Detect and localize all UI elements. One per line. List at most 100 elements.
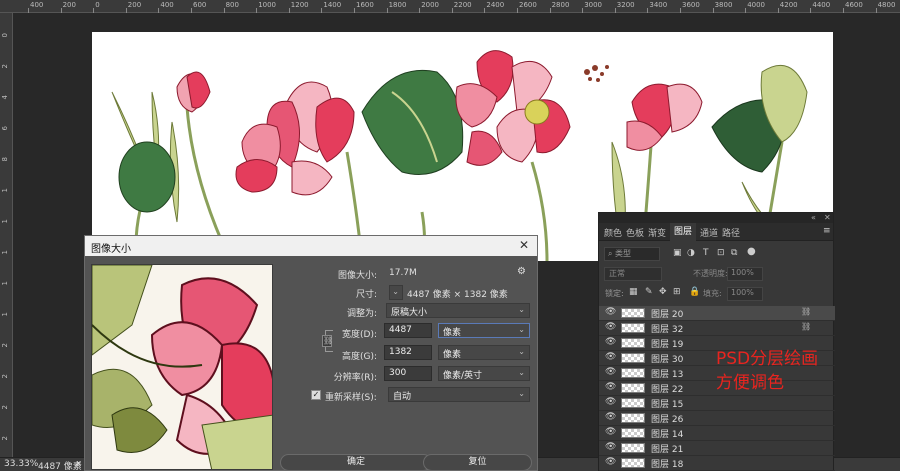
ruler-tick [680, 8, 681, 13]
lock-artboard-icon[interactable]: ⊞ [673, 287, 681, 297]
height-unit-select[interactable]: 像素 ⌄ [438, 345, 530, 360]
height-field[interactable]: 1382 [384, 345, 432, 360]
ruler-tick [451, 8, 453, 13]
status-close[interactable]: x [76, 459, 81, 469]
fit-to-select[interactable]: 原稿大小 ⌄ [386, 303, 530, 318]
ruler-tick [354, 8, 355, 13]
ruler-tick-label: 3000 [584, 1, 603, 9]
layer-name[interactable]: 图层 15 [651, 397, 683, 410]
ruler-tick [419, 8, 421, 13]
layer-name[interactable]: 图层 32 [651, 322, 683, 335]
ruler-tick-label: 4800 [877, 1, 896, 9]
visibility-eye-icon[interactable]: 👁 [605, 307, 616, 317]
layer-name[interactable]: 图层 21 [651, 442, 683, 455]
visibility-eye-icon[interactable]: 👁 [605, 367, 616, 377]
lock-transparent-icon[interactable]: ▦ [629, 287, 638, 297]
layer-name[interactable]: 图层 20 [651, 307, 683, 320]
chevron-down-icon: ⌄ [518, 325, 525, 334]
resolution-unit-select[interactable]: 像素/英寸 ⌄ [438, 366, 530, 381]
layer-row[interactable]: 👁 图层 15 [599, 396, 835, 411]
visibility-eye-icon[interactable]: 👁 [605, 427, 616, 437]
link-icon[interactable]: ⛓ [322, 335, 333, 347]
tab-颜色[interactable]: 颜色 [604, 226, 622, 239]
ruler-tick-label: 3400 [649, 1, 668, 9]
width-field[interactable]: 4487 [384, 323, 432, 338]
width-unit-select[interactable]: 像素 ⌄ [438, 323, 530, 338]
adjustment-filter-icon[interactable]: ◑ [687, 248, 695, 258]
tab-图层[interactable]: 图层 [670, 223, 697, 241]
layer-thumbnail [621, 383, 645, 393]
visibility-eye-icon[interactable]: 👁 [605, 412, 616, 422]
text-filter-icon[interactable]: T [703, 248, 709, 258]
resample-value: 自动 [393, 392, 412, 402]
visibility-eye-icon[interactable]: 👁 [605, 337, 616, 347]
close-icon[interactable]: ✕ [824, 213, 831, 222]
gear-icon[interactable]: ⚙ [517, 266, 526, 277]
layer-row[interactable]: 👁 图层 21 [599, 441, 835, 456]
resample-checkbox[interactable]: ✓ [311, 390, 321, 400]
layer-row[interactable]: 👁 图层 26 [599, 411, 835, 426]
lock-position-icon[interactable]: ✥ [659, 287, 667, 297]
ruler-tick-label: 1 [1, 281, 9, 286]
resolution-field[interactable]: 300 [384, 366, 432, 381]
layer-thumbnail [621, 458, 645, 468]
tab-路径[interactable]: 路径 [722, 226, 740, 239]
image-filter-icon[interactable]: ▣ [673, 248, 682, 258]
collapse-icon[interactable]: « [811, 213, 816, 222]
layer-name[interactable]: 图层 13 [651, 367, 683, 380]
layer-row[interactable]: 👁 图层 18 [599, 456, 835, 471]
layer-row[interactable]: 👁 图层 14 [599, 426, 835, 441]
image-preview[interactable] [91, 264, 273, 470]
filter-toggle-icon[interactable]: ● [747, 246, 756, 257]
layer-row[interactable]: 👁 图层 32 ⛓ [599, 321, 835, 336]
blend-mode-select[interactable]: 正常 [604, 267, 662, 281]
tab-色板[interactable]: 色板 [626, 226, 644, 239]
filter-placeholder: 类型 [615, 249, 632, 258]
layer-name[interactable]: 图层 19 [651, 337, 683, 350]
visibility-eye-icon[interactable]: 👁 [605, 382, 616, 392]
layer-name[interactable]: 图层 18 [651, 457, 683, 470]
ruler-tick [125, 8, 127, 13]
fill-field[interactable]: 100% [727, 287, 763, 301]
resolution-label: 分辨率(R): [333, 373, 377, 383]
layer-name[interactable]: 图层 14 [651, 427, 683, 440]
visibility-eye-icon[interactable]: 👁 [605, 322, 616, 332]
panel-menu-icon[interactable]: ≡ [823, 226, 831, 236]
filter-row: ⌕ 类型 ▣ ◑ T ⊡ ⧉ ● [599, 245, 835, 263]
visibility-eye-icon[interactable]: 👁 [605, 397, 616, 407]
ruler-tick-label: 1 [1, 312, 9, 317]
tab-渐变[interactable]: 渐变 [648, 226, 666, 239]
smart-object-filter-icon[interactable]: ⧉ [731, 248, 737, 258]
visibility-eye-icon[interactable]: 👁 [605, 457, 616, 467]
resample-label: 重新采样(S): [325, 393, 377, 403]
lock-paint-icon[interactable]: ✎ [645, 287, 653, 297]
layer-row[interactable]: 👁 图层 20 ⛓ [599, 306, 835, 321]
layer-name[interactable]: 图层 26 [651, 412, 683, 425]
ruler-tick [223, 8, 225, 13]
opacity-field[interactable]: 100% [727, 267, 763, 281]
zoom-level[interactable]: 33.33% [4, 459, 38, 469]
shape-filter-icon[interactable]: ⊡ [717, 248, 725, 258]
dimensions-unit-toggle[interactable]: ⌄ [389, 285, 403, 300]
layer-name[interactable]: 图层 30 [651, 352, 683, 365]
layer-link-icon: ⛓ [801, 322, 812, 331]
lock-all-icon[interactable]: 🔒 [689, 287, 700, 297]
ruler-tick [256, 8, 258, 13]
ruler-tick-label: 2600 [519, 1, 537, 9]
visibility-eye-icon[interactable]: 👁 [605, 442, 616, 452]
visibility-eye-icon[interactable]: 👁 [605, 352, 616, 362]
resample-select[interactable]: 自动 ⌄ [388, 387, 530, 402]
dimensions-label: 尺寸: [355, 290, 377, 300]
ruler-tick [843, 8, 844, 13]
tab-通道[interactable]: 通道 [700, 226, 718, 239]
reset-button[interactable]: 复位 [423, 454, 532, 471]
close-icon[interactable]: ✕ [519, 238, 529, 252]
chevron-down-icon: ⌄ [518, 305, 525, 314]
ok-button[interactable]: 确定 [280, 454, 432, 471]
ruler-tick-label: 4400 [812, 1, 831, 9]
layer-thumbnail [621, 443, 645, 453]
layer-name[interactable]: 图层 22 [651, 382, 683, 395]
filter-type-select[interactable]: ⌕ 类型 [604, 247, 660, 261]
ruler-tick [875, 8, 877, 13]
height-label: 高度(G): [341, 352, 377, 362]
